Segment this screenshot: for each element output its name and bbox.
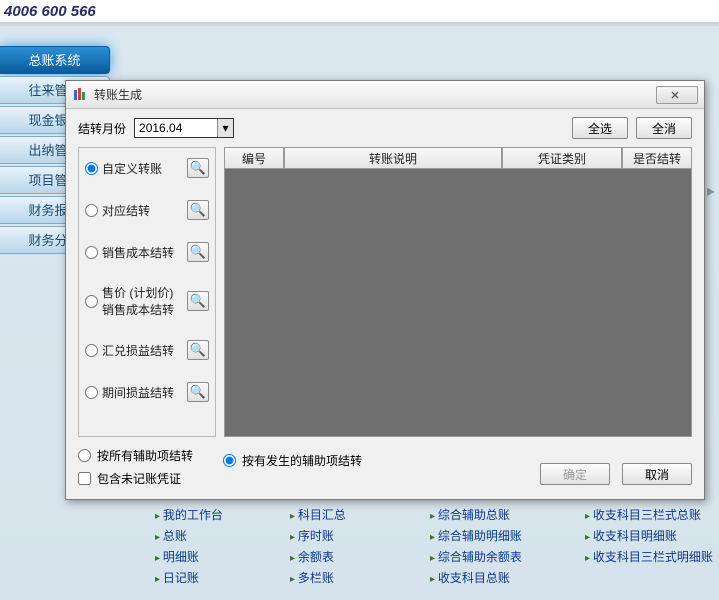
lookup-button[interactable]: 🔍 [187, 158, 209, 178]
radio-period-pl: 期间损益结转 🔍 [85, 382, 209, 402]
grid-panel: 编号 转账说明 凭证类别 是否结转 [224, 147, 692, 437]
bg-link[interactable]: 收支科目总账 [430, 569, 590, 586]
radio-sales-cost: 销售成本结转 🔍 [85, 242, 209, 262]
bg-link[interactable]: 收支科目明细账 [585, 527, 719, 544]
search-icon: 🔍 [190, 244, 206, 260]
radio-sales-cost-input[interactable] [85, 246, 98, 259]
bg-link[interactable]: 多栏账 [290, 569, 450, 586]
lookup-button[interactable]: 🔍 [187, 200, 209, 220]
sidebar-item-gl[interactable]: 总账系统 [0, 46, 110, 74]
app-icon [72, 87, 88, 103]
th-no[interactable]: 编号 [224, 147, 284, 169]
radio-period-pl-input[interactable] [85, 386, 98, 399]
bottom-buttons: 确定 取消 [540, 463, 692, 487]
bottom-left-options: 按所有辅助项结转 包含未记账凭证 [78, 447, 193, 487]
ok-button[interactable]: 确定 [540, 463, 610, 485]
bg-link[interactable]: 序时账 [290, 527, 450, 544]
table-body[interactable] [224, 169, 692, 437]
select-none-button[interactable]: 全消 [636, 117, 692, 139]
bottom-row: 按所有辅助项结转 包含未记账凭证 按有发生的辅助项结转 确定 取消 [78, 447, 692, 487]
radio-label[interactable]: 对应结转 [102, 202, 183, 219]
lookup-button[interactable]: 🔍 [187, 242, 209, 262]
radio-custom-transfer: 自定义转账 🔍 [85, 158, 209, 178]
chevron-down-icon: ▾ [217, 119, 233, 137]
th-voucher-type[interactable]: 凭证类别 [502, 147, 622, 169]
bg-link[interactable]: 收支科目三栏式总账 [585, 506, 719, 523]
period-row: 结转月份 2016.04 ▾ 全选 全消 [78, 117, 692, 139]
radio-label[interactable]: 销售成本结转 [102, 244, 183, 261]
period-label: 结转月份 [78, 120, 126, 137]
dialog-body: 结转月份 2016.04 ▾ 全选 全消 自定义转账 🔍 对应结转 🔍 [66, 109, 704, 499]
radio-custom-transfer-input[interactable] [85, 162, 98, 175]
period-value: 2016.04 [139, 121, 182, 135]
bg-link[interactable]: 综合辅助总账 [430, 506, 590, 523]
radio-price-sales-cost-input[interactable] [85, 295, 98, 308]
radio-label[interactable]: 汇兑损益结转 [102, 342, 183, 359]
bg-link[interactable]: 综合辅助明细账 [430, 527, 590, 544]
radio-occur-aux[interactable]: 按有发生的辅助项结转 [223, 452, 362, 469]
radio-label[interactable]: 售价 (计划价) 销售成本结转 [102, 284, 183, 318]
chk-include-unposted-input[interactable] [78, 472, 91, 485]
search-icon: 🔍 [190, 160, 206, 176]
cancel-button[interactable]: 取消 [622, 463, 692, 485]
radio-price-sales-cost: 售价 (计划价) 销售成本结转 🔍 [85, 284, 209, 318]
top-bar: 4006 600 566 [0, 0, 719, 24]
lookup-button[interactable]: 🔍 [187, 340, 209, 360]
close-button[interactable] [656, 86, 698, 104]
period-select[interactable]: 2016.04 ▾ [134, 118, 234, 138]
radio-exchange: 汇兑损益结转 🔍 [85, 340, 209, 360]
radio-exchange-input[interactable] [85, 344, 98, 357]
select-all-button[interactable]: 全选 [572, 117, 628, 139]
search-icon: 🔍 [190, 384, 206, 400]
transfer-type-panel: 自定义转账 🔍 对应结转 🔍 销售成本结转 🔍 售价 (计划价) 销售成本结转 [78, 147, 216, 437]
table-header: 编号 转账说明 凭证类别 是否结转 [224, 147, 692, 169]
radio-corresponding-input[interactable] [85, 204, 98, 217]
lookup-button[interactable]: 🔍 [187, 382, 209, 402]
phone-number: 4006 600 566 [4, 3, 96, 20]
search-icon: 🔍 [190, 202, 206, 218]
content-row: 自定义转账 🔍 对应结转 🔍 销售成本结转 🔍 售价 (计划价) 销售成本结转 [78, 147, 692, 437]
radio-label[interactable]: 自定义转账 [102, 160, 183, 177]
close-icon [665, 90, 689, 100]
lookup-button[interactable]: 🔍 [187, 291, 209, 311]
bg-link[interactable]: 余额表 [290, 548, 450, 565]
bg-link[interactable]: 科目汇总 [290, 506, 450, 523]
radio-all-aux-input[interactable] [78, 449, 91, 462]
radio-occur-aux-input[interactable] [223, 454, 236, 467]
dialog-titlebar: 转账生成 [66, 81, 704, 109]
th-carryover[interactable]: 是否结转 [622, 147, 692, 169]
th-desc[interactable]: 转账说明 [284, 147, 502, 169]
radio-corresponding: 对应结转 🔍 [85, 200, 209, 220]
radio-label[interactable]: 期间损益结转 [102, 384, 183, 401]
bg-link[interactable]: 收支科目三栏式明细账 [585, 548, 719, 565]
transfer-dialog: 转账生成 结转月份 2016.04 ▾ 全选 全消 自定义转账 � [65, 80, 705, 500]
arrow-right-icon[interactable]: ▸ [707, 181, 715, 201]
chk-include-unposted[interactable]: 包含未记账凭证 [78, 470, 193, 487]
bg-link[interactable]: 综合辅助余额表 [430, 548, 590, 565]
dialog-title: 转账生成 [94, 86, 656, 103]
radio-all-aux[interactable]: 按所有辅助项结转 [78, 447, 193, 464]
search-icon: 🔍 [190, 342, 206, 358]
search-icon: 🔍 [190, 293, 206, 309]
